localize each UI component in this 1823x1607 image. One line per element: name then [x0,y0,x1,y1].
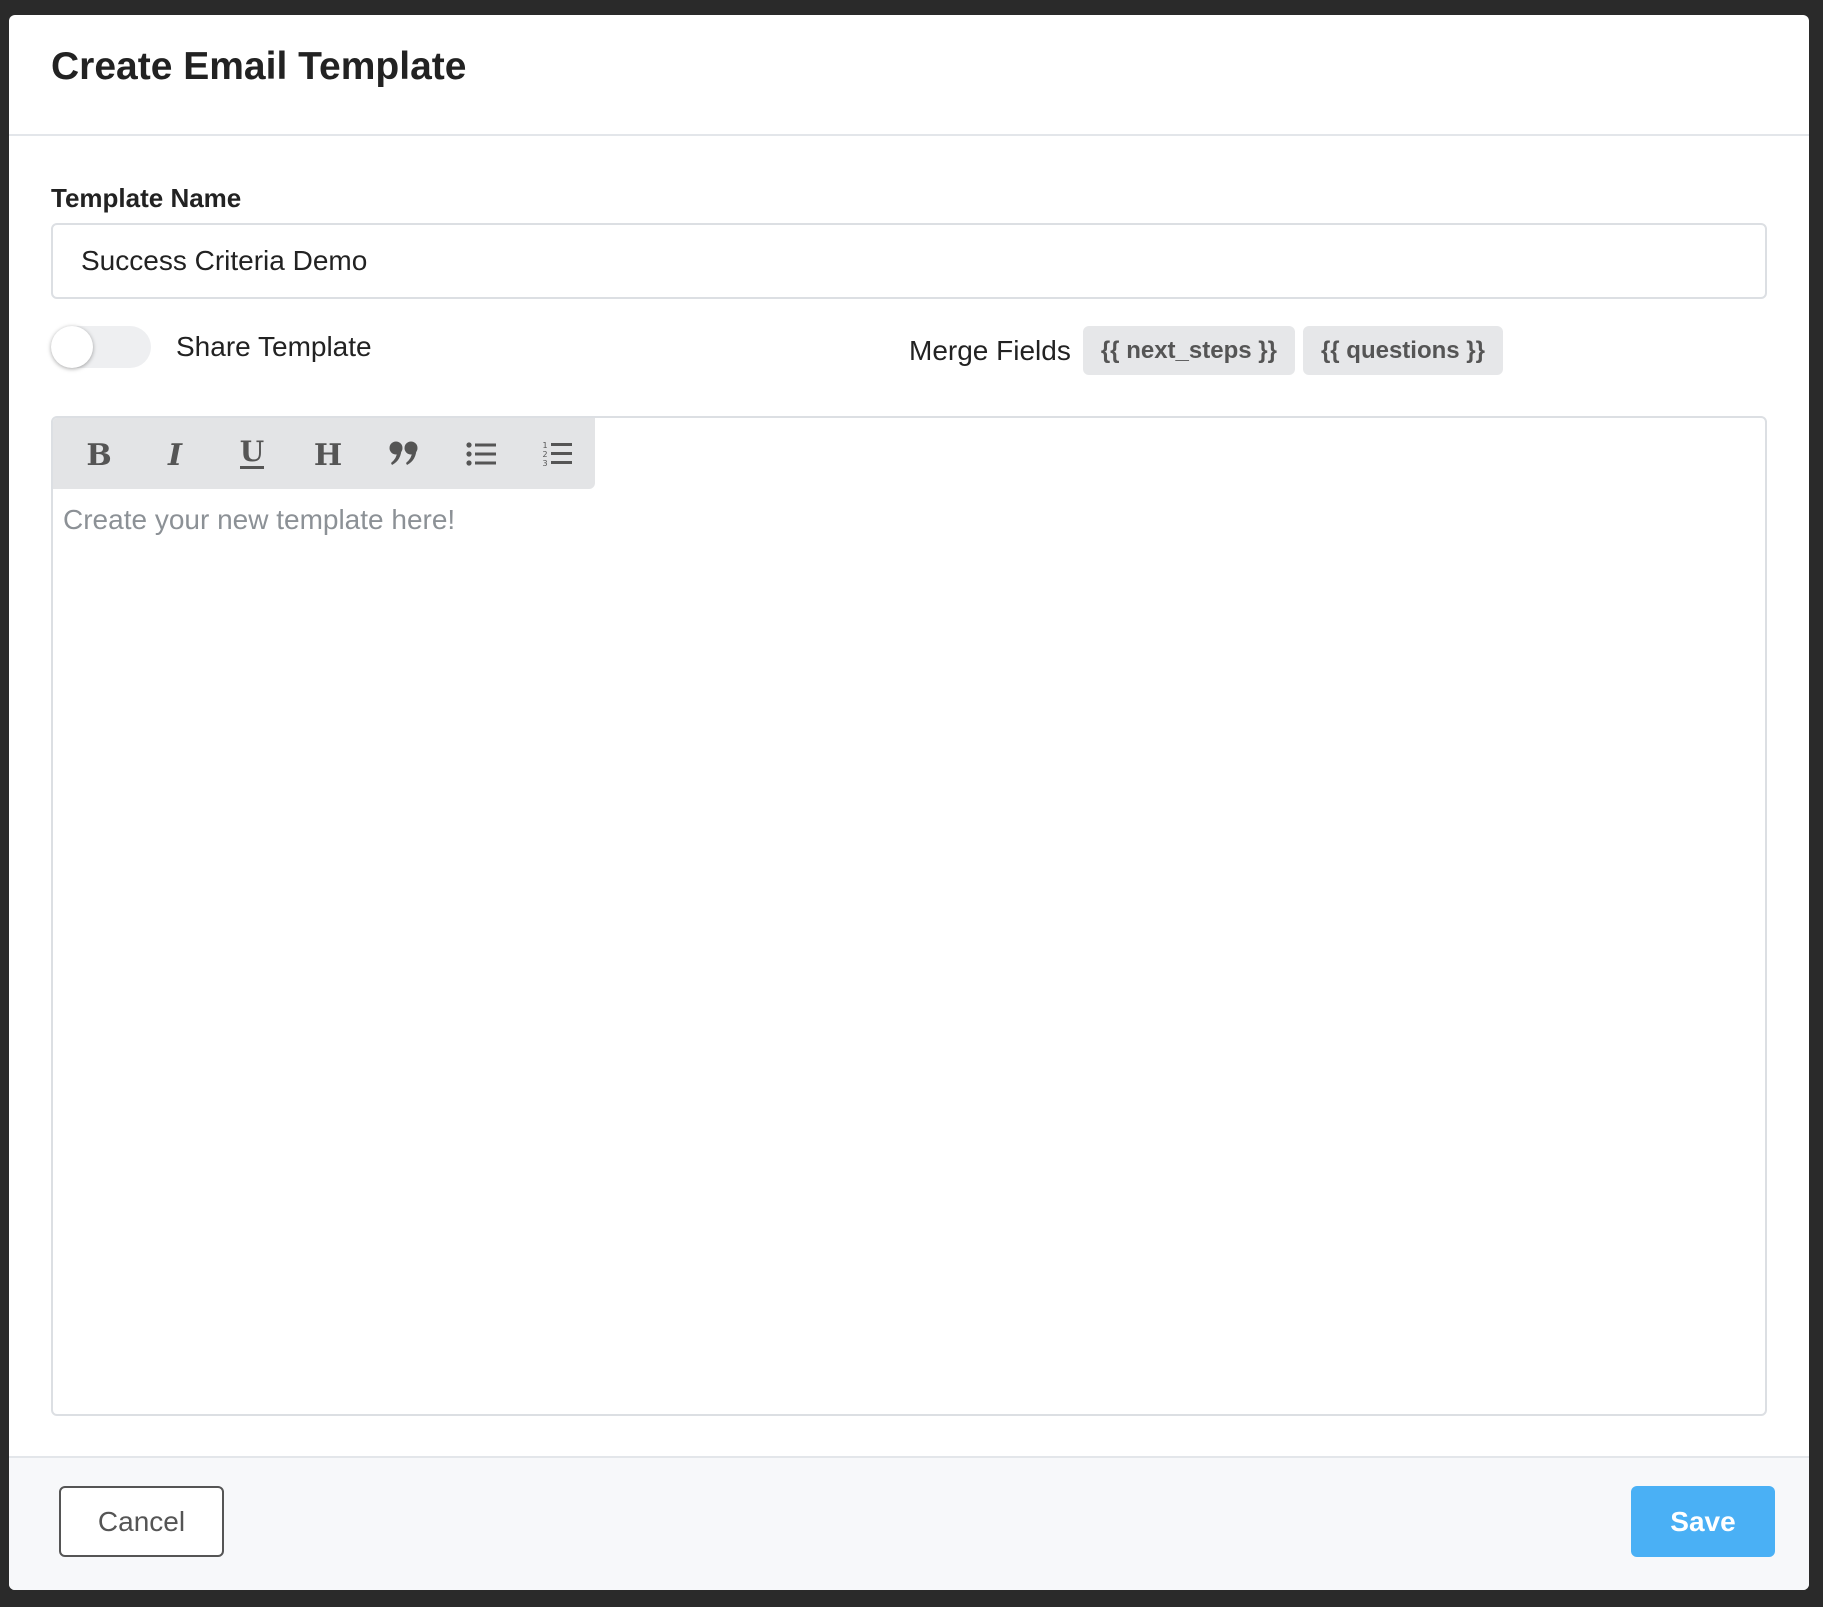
underline-button[interactable]: U [214,424,290,484]
svg-text:B: B [86,439,111,469]
numbered-list-icon: 1 2 3 [542,441,572,468]
template-editor[interactable]: B I U H 1 2 3 Create your new template h… [51,416,1767,1416]
share-template-toggle[interactable] [51,326,151,368]
heading-button[interactable]: H [290,424,366,484]
svg-text:1: 1 [542,441,547,450]
cancel-button[interactable]: Cancel [59,1486,224,1557]
underline-icon: U [239,437,264,469]
italic-icon: I [167,439,183,469]
toggle-knob [51,326,93,368]
bold-button[interactable]: B [61,424,137,484]
modal-title: Create Email Template [51,44,467,88]
svg-text:3: 3 [542,459,547,468]
share-template-label: Share Template [176,331,372,362]
save-button[interactable]: Save [1631,1486,1775,1557]
create-template-modal: Create Email Template Template Name Shar… [9,15,1809,1590]
numbered-list-button[interactable]: 1 2 3 [519,424,595,484]
template-name-label: Template Name [51,183,242,213]
heading-icon: H [314,439,342,469]
modal-header: Create Email Template [9,15,1809,136]
svg-text:H: H [314,439,342,469]
merge-chip-next-steps[interactable]: {{ next_steps }} [1082,326,1295,375]
merge-fields: Merge Fields {{ next_steps }} {{ questio… [909,326,1503,375]
quote-icon [389,441,418,465]
merge-fields-label: Merge Fields [909,334,1071,366]
svg-text:U: U [239,437,263,468]
merge-chip-questions[interactable]: {{ questions }} [1302,326,1503,375]
svg-text:2: 2 [542,450,547,459]
bold-icon: B [86,439,111,469]
editor-placeholder: Create your new template here! [63,504,456,535]
editor-toolbar: B I U H 1 2 3 [53,418,595,489]
bullet-list-icon [465,441,496,466]
italic-button[interactable]: I [137,424,213,484]
svg-text:I: I [167,439,183,469]
quote-button[interactable] [366,424,442,484]
bullet-list-button[interactable] [442,424,518,484]
modal-footer: Cancel Save [9,1456,1809,1590]
template-name-input[interactable] [51,223,1767,299]
